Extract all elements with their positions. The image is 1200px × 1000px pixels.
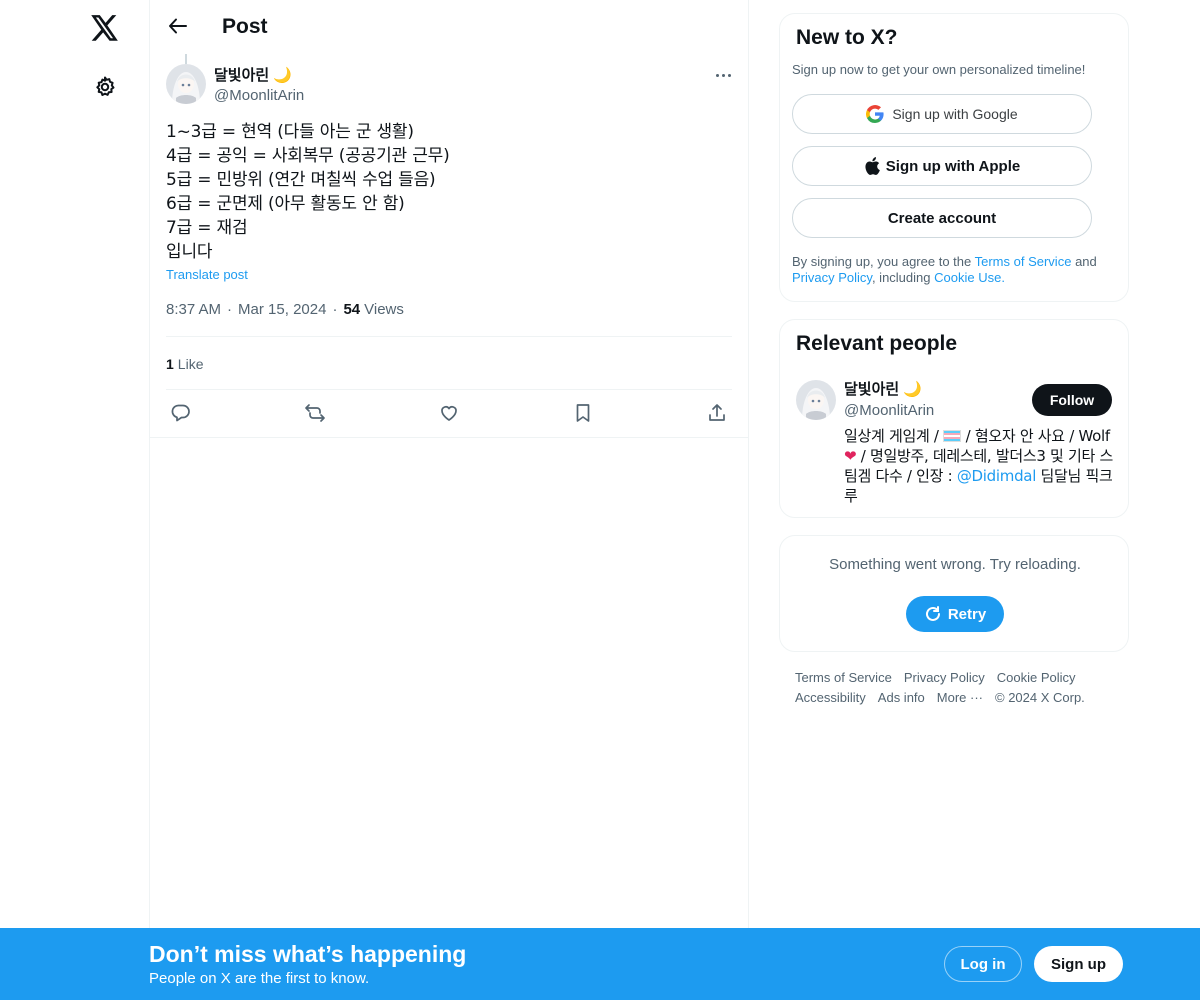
arrow-left-icon[interactable] <box>160 8 196 44</box>
divider <box>166 336 732 337</box>
terms-text: By signing up, you agree to the <box>792 254 972 269</box>
retry-label: Retry <box>947 605 987 623</box>
heart-icon: ❤ <box>844 447 857 465</box>
relevant-person-name[interactable]: 달빛아린 🌙 <box>844 380 922 400</box>
views-count: 54 <box>343 301 361 318</box>
google-signup-label: Sign up with Google <box>892 106 1018 122</box>
bio-text: 일상계 게임계 / <box>844 427 939 445</box>
google-signup-button[interactable]: Sign up with Google <box>792 94 1092 134</box>
transgender-flag-icon <box>943 430 962 442</box>
more-options-icon[interactable] <box>706 63 740 87</box>
avatar[interactable] <box>796 380 836 420</box>
post-line: 5급 = 민방위 (연간 며칠씩 수업 들음) <box>166 170 436 190</box>
banner-subtitle: People on X are the first to know. <box>149 970 370 987</box>
x-logo-icon[interactable] <box>81 4 129 52</box>
footer-ads-info-link[interactable]: Ads info <box>878 690 925 705</box>
reply-icon[interactable] <box>166 400 196 426</box>
didimdal-mention-link[interactable]: @Didimdal <box>957 467 1037 485</box>
footer-terms-link[interactable]: Terms of Service <box>795 670 892 685</box>
footer-accessibility-link[interactable]: Accessibility <box>795 690 866 705</box>
page-title: Post <box>222 15 268 38</box>
relevant-people-card: Relevant people 달빛아린 🌙 @MoonlitArin Foll… <box>779 319 1129 518</box>
post-line: 4급 = 공익 = 사회복무 (공공기관 근무) <box>166 146 450 166</box>
cookie-use-link[interactable]: Cookie Use. <box>934 270 1005 285</box>
post-time[interactable]: 8:37 AM <box>166 300 221 320</box>
google-icon <box>866 105 884 123</box>
signup-terms: By signing up, you agree to the Terms of… <box>792 254 1122 286</box>
terms-text: and <box>1075 254 1097 269</box>
signup-subtitle: Sign up now to get your own personalized… <box>792 62 1086 77</box>
create-account-button[interactable]: Create account <box>792 198 1092 238</box>
apple-icon <box>865 157 880 175</box>
post-text: 1~3급 = 현역 (다들 아는 군 생활) 4급 = 공익 = 사회복무 (공… <box>166 120 732 264</box>
footer-more-link[interactable]: More ··· <box>937 690 983 705</box>
thread-line <box>185 54 187 64</box>
like-icon[interactable] <box>434 400 464 426</box>
footer-privacy-link[interactable]: Privacy Policy <box>904 670 985 685</box>
signup-title: New to X? <box>796 26 898 49</box>
privacy-policy-link[interactable]: Privacy Policy <box>792 270 872 285</box>
post-meta: 8:37 AM · Mar 15, 2024 · 54 Views <box>166 300 404 320</box>
share-icon[interactable] <box>702 400 732 426</box>
post-line: 7급 = 재검 <box>166 218 248 238</box>
signup-banner: Don’t miss what’s happening People on X … <box>0 928 1200 1000</box>
separator-dot: · <box>332 301 338 318</box>
relevant-person-handle[interactable]: @MoonlitArin <box>844 402 934 419</box>
relevant-people-title: Relevant people <box>796 332 958 355</box>
bio-text: / 혐오자 안 사요 / Wolf <box>965 427 1111 445</box>
moon-emoji: 🌙 <box>903 381 923 398</box>
left-nav <box>0 0 150 1000</box>
post-actions <box>166 390 732 436</box>
author-display-name: 달빛아린 <box>214 67 270 84</box>
likes-count: 1 <box>166 356 174 372</box>
author-handle[interactable]: @MoonlitArin <box>214 86 304 106</box>
views-label: Views <box>364 301 404 318</box>
likes-link[interactable]: 1 Like <box>166 354 203 374</box>
post-line: 6급 = 군면제 (아무 활동도 안 함) <box>166 194 405 214</box>
post-line: 입니다 <box>166 242 213 262</box>
login-button[interactable]: Log in <box>944 946 1022 982</box>
refresh-icon <box>925 606 940 621</box>
error-message: Something went wrong. Try reloading. <box>829 556 1081 573</box>
repost-icon[interactable] <box>300 400 330 426</box>
relevant-person-bio: 일상계 게임계 / / 혐오자 안 사요 / Wolf ❤ / 명일방주, 데레… <box>844 426 1114 506</box>
banner-title: Don’t miss what’s happening <box>149 941 467 967</box>
apple-signup-button[interactable]: Sign up with Apple <box>792 146 1092 186</box>
footer-links: Terms of Service Privacy Policy Cookie Pol… <box>795 668 1115 708</box>
post-line: 1~3급 = 현역 (다들 아는 군 생활) <box>166 122 414 142</box>
apple-signup-label: Sign up with Apple <box>885 157 1021 175</box>
copyright: © 2024 X Corp. <box>995 690 1085 705</box>
avatar[interactable] <box>166 64 206 104</box>
follow-button[interactable]: Follow <box>1032 384 1112 416</box>
translate-post-link[interactable]: Translate post <box>166 266 248 284</box>
divider <box>150 437 748 438</box>
error-card: Something went wrong. Try reloading. Ret… <box>779 535 1129 652</box>
create-account-label: Create account <box>887 209 997 227</box>
post-column: Post 달빛아린 🌙 @MoonlitArin 1~3급 = 현역 (다들 아… <box>149 0 749 1000</box>
separator-dot: · <box>227 301 233 318</box>
author-name[interactable]: 달빛아린 🌙 <box>214 66 292 86</box>
gear-icon[interactable] <box>81 63 129 111</box>
signup-card: New to X? Sign up now to get your own pe… <box>779 13 1129 302</box>
bookmark-icon[interactable] <box>568 400 598 426</box>
terms-text: , including <box>871 270 931 285</box>
footer-cookie-link[interactable]: Cookie Policy <box>997 670 1076 685</box>
post-header: Post <box>150 0 748 54</box>
post-date[interactable]: Mar 15, 2024 <box>238 300 326 320</box>
relevant-person-display-name: 달빛아린 <box>844 381 900 398</box>
terms-of-service-link[interactable]: Terms of Service <box>975 254 1072 269</box>
signup-button[interactable]: Sign up <box>1034 946 1123 982</box>
likes-label: Like <box>177 356 204 372</box>
retry-button[interactable]: Retry <box>906 596 1004 632</box>
moon-emoji: 🌙 <box>273 67 292 84</box>
